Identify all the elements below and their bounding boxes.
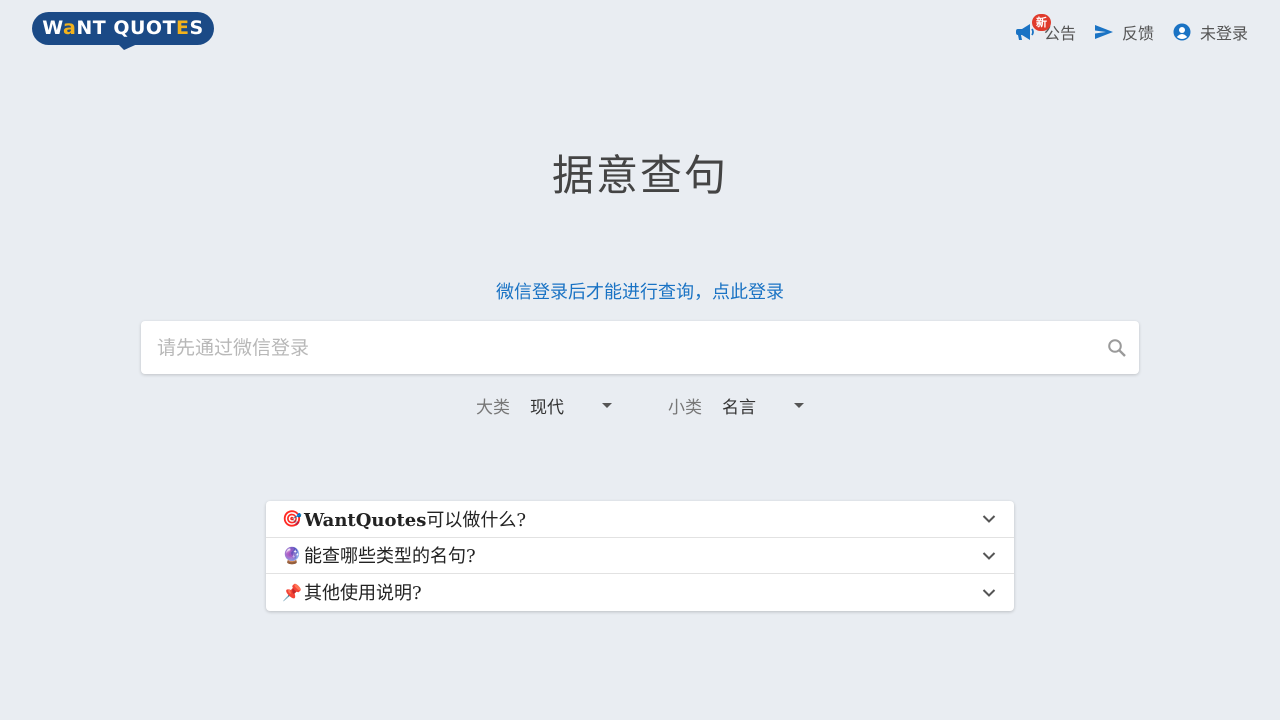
page-title: 据意查句 <box>551 151 728 200</box>
category-label: 大类 <box>476 397 510 418</box>
logo[interactable]: WaNT QUOTES <box>32 12 214 52</box>
subcategory-filter: 小类 名言 <box>668 392 804 418</box>
caret-down-icon <box>794 402 804 408</box>
chevron-down-icon <box>982 583 996 602</box>
feedback-label: 反馈 <box>1121 24 1154 43</box>
search-box <box>141 321 1139 374</box>
subcategory-label: 小类 <box>668 397 702 418</box>
login-status-label: 未登录 <box>1199 24 1248 43</box>
faq-question: WantQuotes可以做什么? <box>304 509 527 531</box>
category-value: 现代 <box>530 397 564 418</box>
faq-question: 能查哪些类型的名句? <box>304 546 476 568</box>
new-badge: 新 <box>1031 14 1051 31</box>
logo-text: WaNT QUOTES <box>42 17 204 39</box>
send-icon <box>1094 22 1114 42</box>
megaphone-icon: 新 <box>1015 14 1051 42</box>
faq-question: 其他使用说明? <box>304 583 422 605</box>
category-filter: 大类 现代 <box>476 392 612 418</box>
target-icon: 🎯 <box>282 509 302 529</box>
search-input[interactable] <box>141 321 1095 374</box>
pushpin-icon: 📌 <box>282 582 302 602</box>
caret-down-icon <box>602 402 612 408</box>
top-nav: 新 公告 反馈 未登录 <box>1015 14 1248 44</box>
search-icon[interactable] <box>1095 321 1139 374</box>
subcategory-select[interactable]: 名言 <box>722 393 804 418</box>
account-circle-icon <box>1172 22 1192 42</box>
subcategory-value: 名言 <box>722 397 756 418</box>
faq-item-other-instructions[interactable]: 📌 其他使用说明? <box>266 574 1014 611</box>
faq-accordion: 🎯 WantQuotes可以做什么? 🔮 能查哪些类型的名句? 📌 其他使用说明… <box>266 501 1014 611</box>
wechat-login-link[interactable]: 微信登录后才能进行查询，点此登录 <box>0 278 1280 304</box>
chevron-down-icon <box>982 509 996 528</box>
filter-row: 大类 现代 小类 名言 <box>0 392 1280 418</box>
category-select[interactable]: 现代 <box>530 393 612 418</box>
login-status-button[interactable]: 未登录 <box>1172 20 1248 44</box>
crystal-ball-icon: 🔮 <box>282 545 302 565</box>
feedback-button[interactable]: 反馈 <box>1094 20 1154 44</box>
faq-item-what-can-do[interactable]: 🎯 WantQuotes可以做什么? <box>266 501 1014 538</box>
announcement-button[interactable]: 新 公告 <box>1015 14 1076 44</box>
chevron-down-icon <box>982 546 996 565</box>
faq-item-quote-types[interactable]: 🔮 能查哪些类型的名句? <box>266 538 1014 574</box>
